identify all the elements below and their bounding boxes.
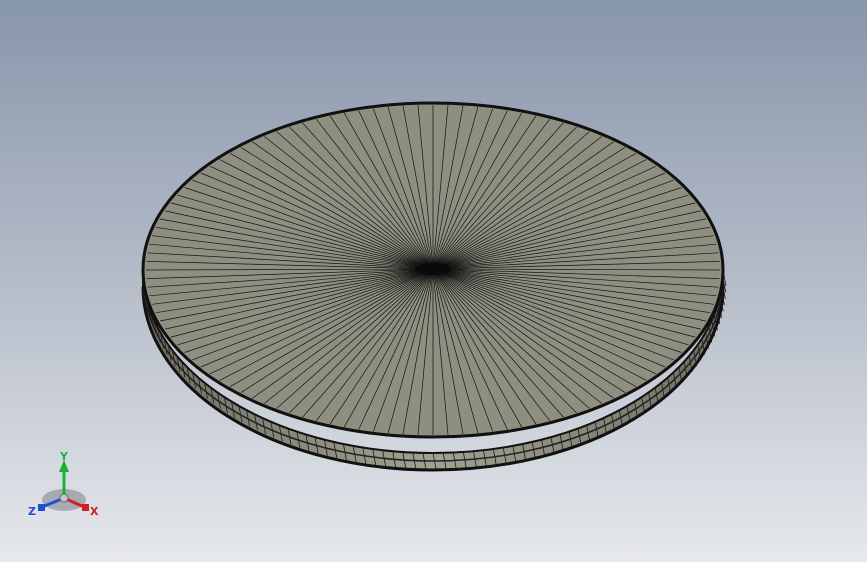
z-axis-label: Z <box>28 505 36 518</box>
graphics-viewport[interactable]: Y X Z <box>0 0 867 562</box>
disc-model[interactable] <box>0 0 867 562</box>
center-hub <box>415 263 451 275</box>
y-axis-label: Y <box>59 450 69 463</box>
z-axis-cap <box>38 504 45 511</box>
x-axis-cap <box>82 504 89 511</box>
orientation-triad[interactable]: Y X Z <box>24 448 104 524</box>
triad-origin <box>59 493 69 503</box>
x-axis-label: X <box>90 505 99 518</box>
